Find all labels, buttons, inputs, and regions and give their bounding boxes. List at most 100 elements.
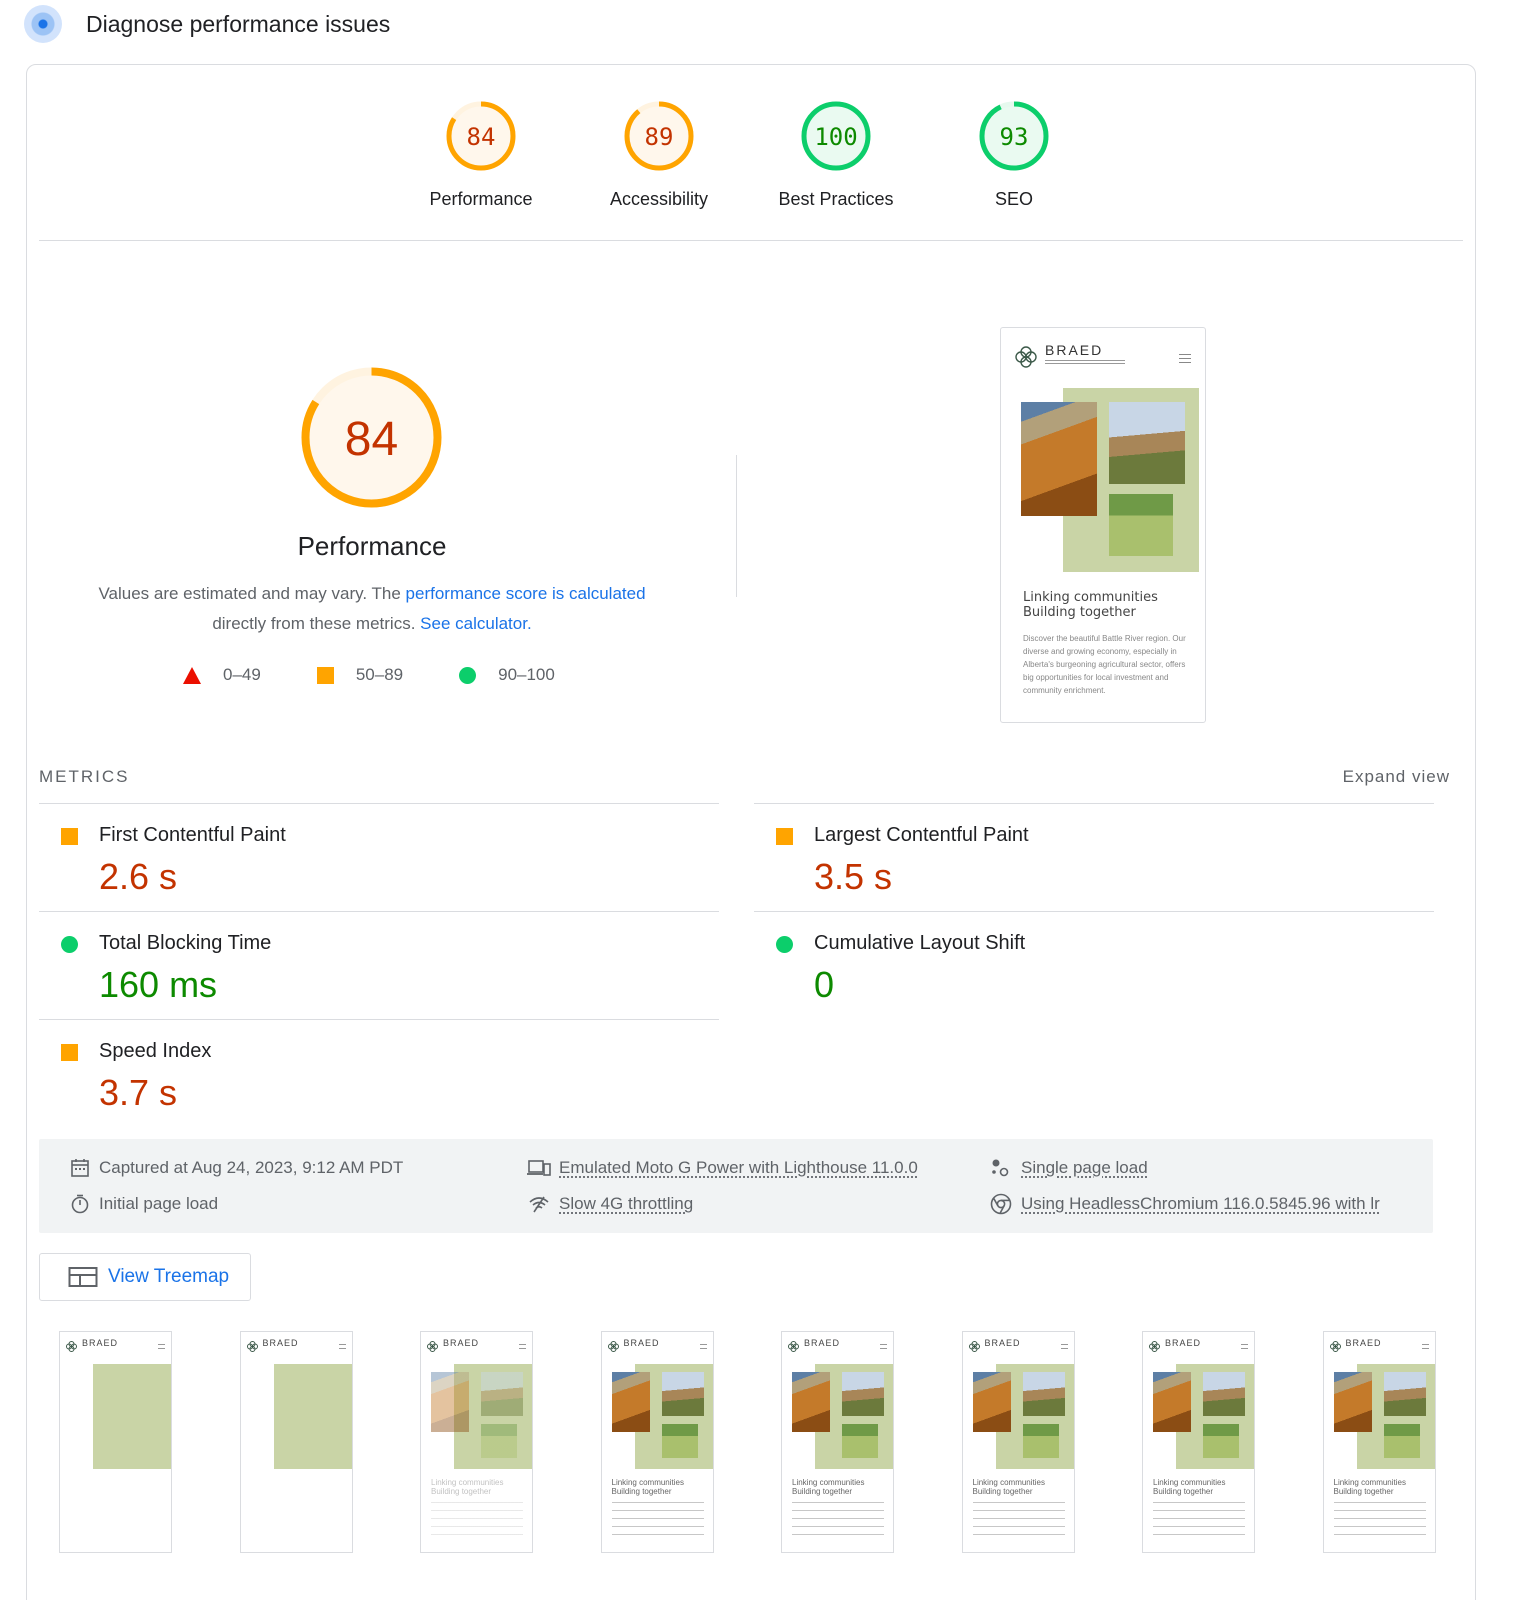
throttling-text: Slow 4G throttling xyxy=(559,1194,694,1213)
metric-value: 3.5 s xyxy=(814,856,893,897)
metric-value: 0 xyxy=(814,964,835,1005)
network-throttling[interactable]: Slow 4G throttling xyxy=(527,1193,693,1215)
session-type[interactable]: Single page load xyxy=(989,1157,1148,1179)
tractor-field-photo xyxy=(1021,402,1097,516)
legend-pass: 90–100 xyxy=(459,665,555,685)
hamburger-menu-icon xyxy=(1060,1344,1068,1349)
score-gauge-performance[interactable]: 84 Performance xyxy=(406,99,556,210)
braed-logo-icon xyxy=(607,1341,619,1352)
timer-icon xyxy=(71,1194,89,1214)
legend-range: 90–100 xyxy=(498,665,555,684)
frame-brand: BRAED xyxy=(82,1338,119,1348)
treemap-icon xyxy=(68,1267,98,1287)
braed-logo-icon xyxy=(427,1341,438,1352)
metric-name: Largest Contentful Paint xyxy=(814,824,1029,846)
pumpjack-photo xyxy=(481,1372,523,1416)
green-circle-icon xyxy=(459,666,477,684)
gauge-ring: 89 xyxy=(624,101,694,171)
tractor-field-photo xyxy=(972,1372,1011,1432)
frame-headline: Linking communities Building together xyxy=(1153,1478,1226,1496)
frame-headline: Linking communities Building together xyxy=(792,1478,865,1496)
tractor-field-photo xyxy=(1153,1372,1191,1432)
filmstrip-frame[interactable]: BRAED Linking communities Building togethe… xyxy=(1322,1331,1436,1553)
vertical-divider xyxy=(736,455,737,597)
tractor-field-photo xyxy=(431,1372,469,1432)
braed-logo-icon xyxy=(1329,1341,1341,1352)
view-treemap-button[interactable]: View Treemap xyxy=(39,1253,251,1301)
pumpjack-photo xyxy=(1109,402,1185,484)
runtime-settings: Captured at Aug 24, 2023, 9:12 AM PDT In… xyxy=(39,1139,1433,1233)
red-triangle-icon xyxy=(183,666,201,684)
see-calculator-link[interactable]: See calculator. xyxy=(420,614,532,633)
score-gauges: 84 Performance 89 Accessibility 100 Best Prac… xyxy=(39,65,1463,241)
hamburger-menu-icon xyxy=(519,1344,526,1349)
score-gauge-accessibility[interactable]: 89 Accessibility xyxy=(584,99,734,210)
frame-headline: Linking communities Building together xyxy=(1333,1478,1406,1496)
desc-text-1: Values are estimated and may vary. The xyxy=(98,584,406,603)
hamburger-menu-icon xyxy=(1179,354,1191,363)
frame-body-lines xyxy=(431,1502,523,1542)
session-text: Single page load xyxy=(1021,1158,1148,1177)
hamburger-menu-icon xyxy=(699,1344,707,1349)
initial-page-load: Initial page load xyxy=(69,1193,218,1215)
score-gauge-best-practices[interactable]: 100 Best Practices xyxy=(761,99,911,210)
browser-text: Using HeadlessChromium 116.0.5845.96 wit… xyxy=(1021,1194,1380,1213)
performance-description: Values are estimated and may vary. The p… xyxy=(67,579,677,639)
browser-version[interactable]: Using HeadlessChromium 116.0.5845.96 wit… xyxy=(989,1193,1380,1215)
braed-logo-icon xyxy=(968,1341,980,1352)
tractor-field-photo xyxy=(611,1372,650,1432)
filmstrip-frame[interactable]: BRAED xyxy=(59,1331,172,1553)
frame-headline: Linking communities Building together xyxy=(431,1478,504,1496)
filmstrip-frame[interactable]: BRAED xyxy=(239,1331,353,1553)
single-load-icon xyxy=(992,1159,1009,1177)
frame-body-lines xyxy=(1153,1502,1245,1542)
screenshot-brand: BRAED xyxy=(1045,342,1104,358)
metric-name: Speed Index xyxy=(99,1040,212,1062)
expand-view-toggle[interactable]: Expand view xyxy=(1343,767,1450,787)
gauge-score: 100 xyxy=(814,123,857,151)
orange-square-icon xyxy=(776,828,793,845)
score-legend: 0–49 50–89 90–100 xyxy=(183,665,611,685)
emulated-device[interactable]: Emulated Moto G Power with Lighthouse 11… xyxy=(527,1157,918,1179)
screenshot-headline: Linking communities Building together xyxy=(1023,590,1158,620)
frame-body-lines xyxy=(1333,1502,1426,1542)
final-screenshot[interactable]: BRAED Linking communities Building toget… xyxy=(1000,327,1206,723)
filmstrip-frame[interactable]: BRAED Linking communities Building togethe… xyxy=(961,1331,1075,1553)
score-gauge-seo[interactable]: 93 SEO xyxy=(939,99,1089,210)
filmstrip-frame[interactable]: BRAED Linking communities Building togethe… xyxy=(600,1331,714,1553)
tractor-field-photo xyxy=(792,1372,830,1432)
headline-line-2: Building together xyxy=(1023,605,1136,620)
metric-speed-index: Speed Index 3.7 s xyxy=(39,1019,719,1127)
metrics-heading: METRICS xyxy=(39,767,130,786)
golfers-photo xyxy=(1022,1424,1059,1458)
pumpjack-photo xyxy=(1203,1372,1245,1416)
brand-tagline-lines xyxy=(1045,360,1125,364)
screenshot-body: Discover the beautiful Battle River regi… xyxy=(1023,634,1186,695)
legend-fail: 0–49 xyxy=(183,665,261,685)
headline-line-1: Linking communities xyxy=(1023,590,1158,605)
filmstrip-frame[interactable]: BRAED Linking communities Building togethe… xyxy=(781,1331,894,1553)
gauge-score: 89 xyxy=(645,123,674,151)
gauge-label: SEO xyxy=(994,189,1033,209)
green-circle-icon xyxy=(61,936,78,953)
performance-score-link[interactable]: performance score is calculated xyxy=(406,584,646,603)
hamburger-menu-icon xyxy=(158,1344,165,1349)
gauge-score: 84 xyxy=(467,123,496,151)
legend-average: 50–89 xyxy=(316,665,403,685)
metric-value: 2.6 s xyxy=(99,856,178,897)
filmstrip-frame[interactable]: BRAED Linking communities Building togethe… xyxy=(420,1331,533,1553)
frame-brand: BRAED xyxy=(1165,1338,1202,1348)
golfers-photo xyxy=(481,1424,517,1458)
filmstrip-frame[interactable]: BRAED Linking communities Building togethe… xyxy=(1142,1331,1255,1553)
diagnose-icon xyxy=(24,5,62,43)
desc-text-2: directly from these metrics. xyxy=(212,614,421,633)
braed-logo-icon xyxy=(1149,1341,1160,1352)
chrome-icon xyxy=(990,1193,1012,1215)
orange-square-icon xyxy=(61,1044,78,1061)
braed-logo-icon xyxy=(788,1341,799,1352)
page-title: Diagnose performance issues xyxy=(86,10,391,37)
metric-total-blocking-time: Total Blocking Time 160 ms xyxy=(39,911,719,1019)
frame-headline: Linking communities Building together xyxy=(972,1478,1045,1496)
metric-value: 160 ms xyxy=(99,964,218,1005)
frame-brand: BRAED xyxy=(623,1338,660,1348)
